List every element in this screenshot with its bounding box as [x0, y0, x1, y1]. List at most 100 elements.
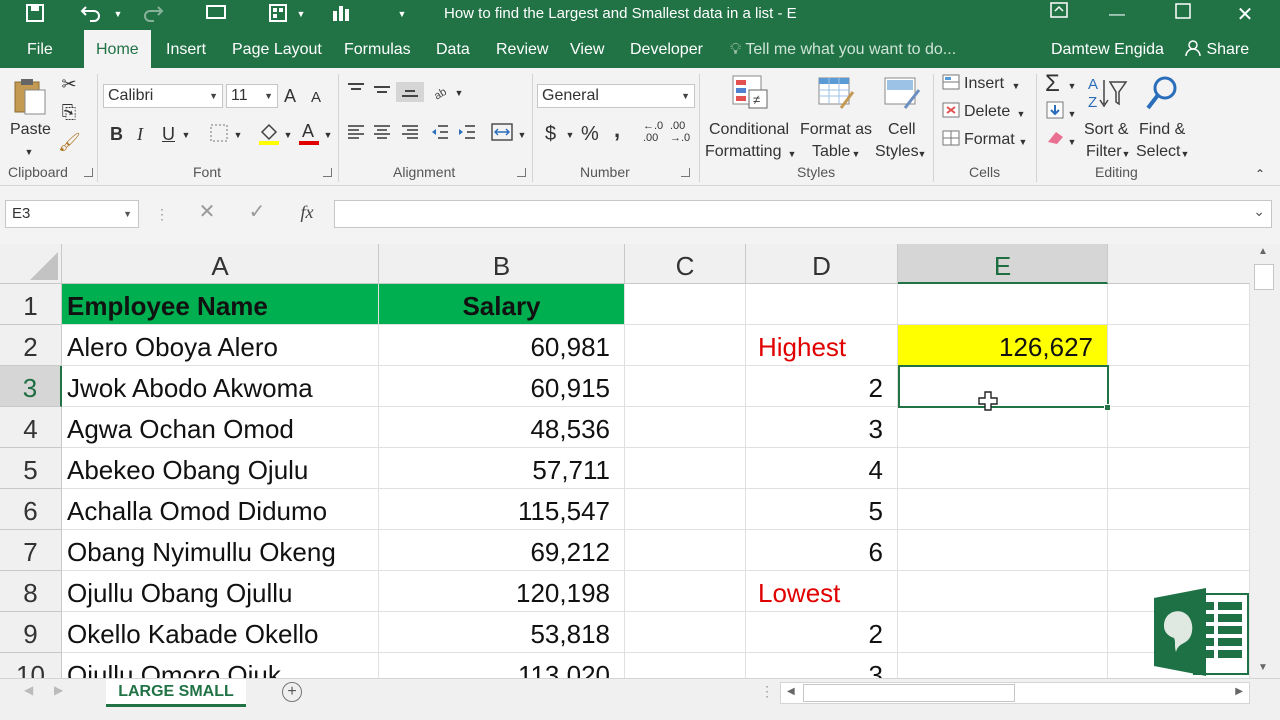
- delete-cells-label[interactable]: Delete: [964, 102, 1010, 122]
- row-header-3[interactable]: 3: [0, 366, 62, 407]
- clear-icon[interactable]: [1044, 128, 1066, 150]
- scroll-up-icon[interactable]: ▲: [1258, 246, 1268, 257]
- tab-file[interactable]: File: [27, 30, 53, 68]
- row-header-4[interactable]: 4: [0, 407, 62, 448]
- name-box[interactable]: E3 ▼: [5, 200, 139, 228]
- font-size-dropdown[interactable]: 11 ▼: [226, 84, 278, 108]
- row-header-10[interactable]: 10: [0, 653, 62, 678]
- sort-filter-icon[interactable]: AZ: [1088, 74, 1128, 116]
- cell-d2[interactable]: Highest: [746, 325, 898, 366]
- currency-icon[interactable]: $: [545, 124, 556, 144]
- cell-d3[interactable]: 2: [746, 366, 898, 407]
- cell-a8[interactable]: Ojullu Obang Ojullu: [62, 571, 379, 612]
- decrease-indent-icon[interactable]: [428, 124, 452, 144]
- chevron-down-icon[interactable]: ▼: [516, 125, 528, 145]
- tab-data[interactable]: Data: [436, 30, 470, 68]
- cell-d9[interactable]: 2: [746, 612, 898, 653]
- alignment-launcher-icon[interactable]: [517, 168, 526, 177]
- chevron-down-icon[interactable]: ▼: [1017, 132, 1029, 152]
- cell-e2[interactable]: 126,627: [898, 325, 1108, 366]
- font-color-icon[interactable]: A: [296, 120, 322, 150]
- more-options-icon[interactable]: ⋮: [155, 204, 169, 224]
- cell-b9[interactable]: 53,818: [379, 612, 625, 653]
- clipboard-launcher-icon[interactable]: [84, 168, 93, 177]
- cut-icon[interactable]: ✂: [58, 74, 80, 94]
- cell-a3[interactable]: Jwok Abodo Akwoma: [62, 366, 379, 407]
- paste-dropdown-icon[interactable]: ▼: [22, 142, 36, 162]
- percent-icon[interactable]: %: [581, 124, 599, 144]
- cell-c2[interactable]: [625, 325, 746, 366]
- chart-icon[interactable]: [328, 3, 354, 25]
- cell-c3[interactable]: [625, 366, 746, 407]
- tab-page-layout[interactable]: Page Layout: [232, 30, 322, 68]
- cell-b5[interactable]: 57,711: [379, 448, 625, 489]
- cell-a7[interactable]: Obang Nyimullu Okeng: [62, 530, 379, 571]
- scroll-down-icon[interactable]: ▼: [1258, 662, 1268, 673]
- tab-review[interactable]: Review: [496, 30, 548, 68]
- chevron-down-icon[interactable]: ▼: [1010, 76, 1022, 96]
- bold-button[interactable]: B: [110, 124, 123, 144]
- conditional-formatting-icon[interactable]: ≠: [730, 74, 770, 114]
- scroll-right-icon[interactable]: ▶: [1235, 686, 1243, 697]
- cell-d6[interactable]: 5: [746, 489, 898, 530]
- add-sheet-icon[interactable]: +: [282, 682, 302, 702]
- cell-f2[interactable]: [1108, 325, 1250, 366]
- cell-d4[interactable]: 3: [746, 407, 898, 448]
- format-cells-icon[interactable]: [940, 128, 962, 152]
- paste-label[interactable]: Paste: [10, 120, 51, 140]
- chevron-down-icon[interactable]: ▼: [1066, 76, 1078, 96]
- vertical-scrollbar[interactable]: ▲ ▼: [1250, 244, 1280, 678]
- cell-c1[interactable]: [625, 284, 746, 325]
- column-header-f[interactable]: [1108, 244, 1250, 284]
- paste-icon[interactable]: [10, 76, 50, 116]
- cell-b8[interactable]: 120,198: [379, 571, 625, 612]
- customize-toolbar-icon[interactable]: ▼: [394, 3, 410, 25]
- fill-icon[interactable]: [1044, 100, 1066, 124]
- chevron-down-icon[interactable]: ▼: [1179, 144, 1191, 164]
- font-launcher-icon[interactable]: [323, 168, 332, 177]
- cell-b2[interactable]: 60,981: [379, 325, 625, 366]
- cell-a5[interactable]: Abekeo Obang Ojulu: [62, 448, 379, 489]
- cell-styles-label-2[interactable]: Styles: [875, 142, 919, 162]
- cell-f1[interactable]: [1108, 284, 1250, 325]
- save-icon[interactable]: [22, 3, 48, 25]
- chevron-down-icon[interactable]: ▼: [564, 125, 576, 145]
- cell-d7[interactable]: 6: [746, 530, 898, 571]
- row-header-8[interactable]: 8: [0, 571, 62, 612]
- cell-b10[interactable]: 113,020: [379, 653, 625, 678]
- vertical-scroll-thumb[interactable]: [1254, 264, 1274, 290]
- cancel-entry-icon[interactable]: ✕: [192, 202, 222, 222]
- cell-e7[interactable]: [898, 530, 1108, 571]
- select-all-button[interactable]: [0, 244, 62, 284]
- cell-f7[interactable]: [1108, 530, 1250, 571]
- chevron-down-icon[interactable]: ▼: [453, 83, 465, 103]
- tell-me-search[interactable]: 💡︎ Tell me what you want to do...: [730, 30, 956, 68]
- collapse-ribbon-icon[interactable]: ⌃: [1252, 164, 1268, 184]
- align-center-icon[interactable]: [370, 124, 394, 144]
- sort-filter-label-1[interactable]: Sort &: [1084, 120, 1128, 140]
- chevron-down-icon[interactable]: ▼: [282, 125, 294, 145]
- cell-b3[interactable]: 60,915: [379, 366, 625, 407]
- row-header-1[interactable]: 1: [0, 284, 62, 325]
- merge-center-icon[interactable]: [488, 122, 516, 146]
- find-select-icon[interactable]: [1142, 74, 1182, 116]
- redo-icon[interactable]: [140, 3, 166, 25]
- find-select-label-2[interactable]: Select: [1136, 142, 1180, 162]
- format-as-table-icon[interactable]: [816, 74, 856, 114]
- cell-c8[interactable]: [625, 571, 746, 612]
- autosum-icon[interactable]: Σ: [1045, 70, 1060, 98]
- number-format-dropdown[interactable]: General ▼: [537, 84, 695, 108]
- row-header-7[interactable]: 7: [0, 530, 62, 571]
- cell-e5[interactable]: [898, 448, 1108, 489]
- increase-decimal-icon[interactable]: ←.0 .00: [643, 120, 663, 144]
- align-bottom-icon[interactable]: [396, 82, 424, 102]
- align-right-icon[interactable]: [398, 124, 422, 144]
- cell-f3[interactable]: [1108, 366, 1250, 407]
- chevron-down-icon[interactable]: ▼: [1066, 104, 1078, 124]
- cell-a2[interactable]: Alero Oboya Alero: [62, 325, 379, 366]
- find-select-label-1[interactable]: Find &: [1139, 120, 1185, 140]
- fill-handle[interactable]: [1104, 404, 1111, 411]
- cell-e4[interactable]: [898, 407, 1108, 448]
- format-as-table-label-2[interactable]: Table: [812, 142, 850, 162]
- cell-e9[interactable]: [898, 612, 1108, 653]
